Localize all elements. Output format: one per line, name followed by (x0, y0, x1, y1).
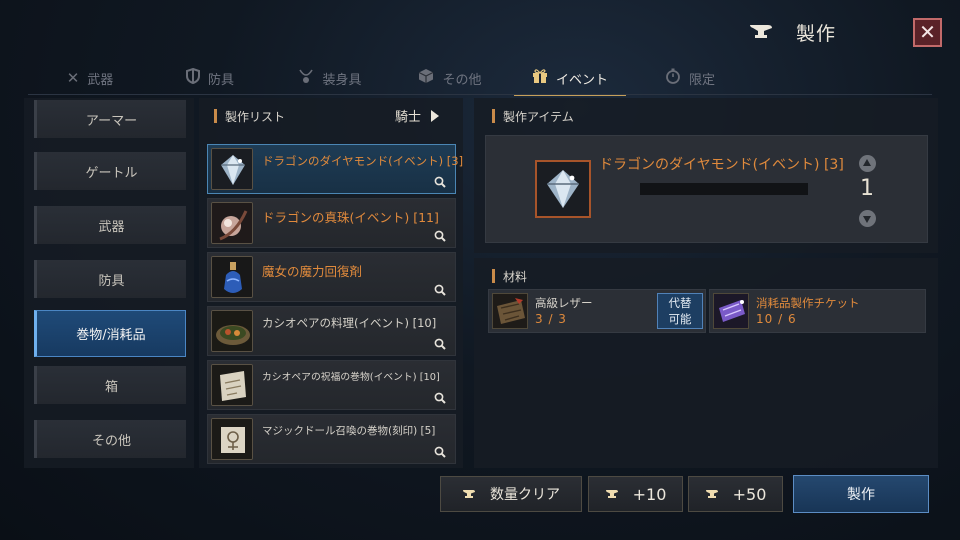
item-name: カシオペアの祝福の巻物(イベント) [10] (262, 372, 440, 383)
materials-title: 材料 (503, 269, 528, 284)
craft-item-bar (640, 183, 808, 195)
substitute-label-2: 可能 (668, 312, 692, 326)
scroll-icon (211, 364, 253, 406)
material-name: 高級レザー (535, 296, 593, 310)
section-marker (492, 109, 495, 123)
dragon-diamond-icon (535, 160, 591, 218)
swords-icon: ✕ (66, 69, 80, 87)
shield-icon (185, 67, 200, 88)
button-label: +50 (732, 484, 767, 504)
tabs-divider (28, 94, 932, 95)
doll-scroll-icon (211, 418, 253, 460)
sidebar-item-scroll-consumable[interactable]: 巻物/消耗品 (34, 310, 186, 357)
tab-accessory[interactable]: 装身具 (270, 62, 390, 94)
substitute-button[interactable]: 代替 可能 (657, 293, 703, 329)
close-button[interactable]: ✕ (913, 18, 942, 47)
craft-item-title: 製作アイテム (503, 109, 574, 124)
tab-limited[interactable]: 限定 (630, 62, 750, 94)
list-item[interactable]: ドラゴンの真珠(イベント) [11] (207, 198, 456, 248)
item-name: ドラゴンのダイヤモンド(イベント) [3] (262, 154, 464, 168)
tab-label: 防具 (207, 72, 234, 88)
craft-button[interactable]: 製作 (793, 475, 929, 513)
magnifier-icon[interactable] (434, 338, 446, 350)
magnifier-icon[interactable] (434, 284, 446, 296)
stopwatch-icon (665, 68, 681, 88)
section-marker (214, 109, 217, 123)
tab-other[interactable]: その他 (390, 62, 510, 94)
material-count: 3 / 3 (535, 312, 567, 326)
category-tabs: ✕ 武器 防具 装身具 その他 イベント 限定 (30, 62, 930, 96)
item-name: ドラゴンの真珠(イベント) [11] (262, 210, 439, 225)
tab-label: 装身具 (322, 72, 362, 88)
dragon-pearl-icon (211, 202, 253, 244)
section-marker (492, 269, 495, 283)
list-item[interactable]: カシオペアの料理(イベント) [10] (207, 306, 456, 356)
tab-label: 限定 (688, 72, 715, 88)
sidebar-item-defense[interactable]: 防具 (34, 260, 186, 298)
material-count: 10 / 6 (756, 312, 797, 326)
button-label: 数量クリア (490, 487, 560, 503)
tab-label: 武器 (87, 72, 114, 88)
dish-icon (211, 310, 253, 352)
sidebar-item-armor[interactable]: アーマー (34, 100, 186, 138)
plus-10-button[interactable]: +10 (588, 476, 683, 512)
list-item[interactable]: 魔女の魔力回復剤 (207, 252, 456, 302)
material-card-ticket[interactable]: 消耗品製作チケット 10 / 6 (709, 289, 926, 333)
anvil-icon (705, 490, 718, 498)
window-title-group: 製作 (748, 16, 836, 48)
craft-item-header: 製作アイテム (492, 106, 692, 126)
craft-item-name: ドラゴンのダイヤモンド(イベント) [3] (599, 157, 844, 173)
sidebar-item-gaiter[interactable]: ゲートル (34, 152, 186, 190)
button-label: +10 (632, 484, 667, 504)
magnifier-icon[interactable] (434, 230, 446, 242)
tab-label: イベント (555, 72, 608, 88)
item-name: カシオペアの料理(イベント) [10] (262, 316, 437, 330)
box-icon (418, 68, 434, 88)
ticket-icon (713, 293, 749, 329)
material-card-leather[interactable]: 高級レザー 3 / 3 代替 可能 (488, 289, 706, 333)
quantity-down-button[interactable] (859, 210, 876, 227)
anvil-icon (748, 21, 774, 43)
list-item[interactable]: ドラゴンのダイヤモンド(イベント) [3] (207, 144, 463, 194)
craft-list-title: 製作リスト (225, 109, 286, 124)
arrow-right-icon (431, 109, 440, 122)
class-label: 騎士 (395, 110, 422, 125)
sidebar-item-box[interactable]: 箱 (34, 366, 186, 404)
tab-event[interactable]: イベント (510, 62, 630, 96)
magnifier-icon[interactable] (434, 392, 446, 404)
substitute-label-1: 代替 (668, 296, 692, 310)
tab-weapon[interactable]: ✕ 武器 (30, 62, 150, 94)
anvil-icon (463, 490, 475, 498)
sidebar-item-weapon[interactable]: 武器 (34, 206, 186, 244)
class-selector[interactable]: 騎士 (395, 106, 440, 125)
dragon-diamond-icon (211, 148, 253, 190)
list-item[interactable]: カシオペアの祝福の巻物(イベント) [10] (207, 360, 456, 410)
quantity-value: 1 (860, 176, 874, 201)
tab-armor[interactable]: 防具 (150, 62, 270, 94)
magnifier-icon[interactable] (434, 446, 446, 458)
list-item[interactable]: マジックドール召喚の巻物(刻印) [5] (207, 414, 456, 464)
tab-label: その他 (442, 72, 482, 88)
magnifier-icon[interactable] (434, 176, 446, 188)
necklace-icon (298, 68, 314, 88)
page-title: 製作 (796, 22, 837, 45)
sidebar-item-other[interactable]: その他 (34, 420, 186, 458)
quantity-clear-button[interactable]: 数量クリア (440, 476, 582, 512)
material-name: 消耗品製作チケット (756, 296, 860, 310)
materials-header: 材料 (492, 267, 692, 285)
leather-icon (492, 293, 528, 329)
quantity-up-button[interactable] (859, 155, 876, 172)
item-name: マジックドール召喚の巻物(刻印) [5] (262, 425, 436, 437)
item-name: 魔女の魔力回復剤 (262, 264, 363, 279)
gift-icon (532, 68, 548, 88)
potion-icon (211, 256, 253, 298)
anvil-icon (605, 490, 618, 498)
plus-50-button[interactable]: +50 (688, 476, 783, 512)
